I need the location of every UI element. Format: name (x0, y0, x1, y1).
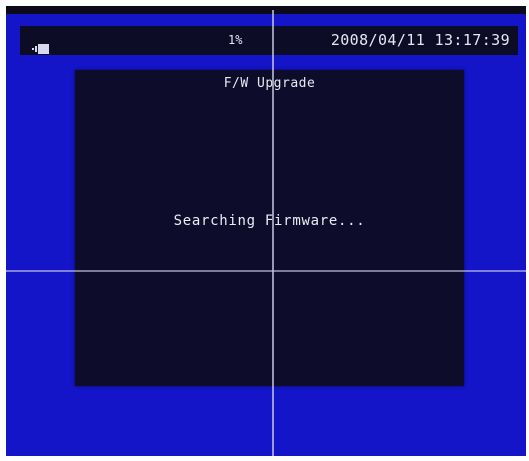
progress-percent: 1% (228, 33, 243, 47)
crosshair-vertical-line (272, 10, 274, 456)
record-icon (32, 35, 50, 54)
datetime-display: 2008/04/11 13:17:39 (330, 31, 510, 49)
top-border (6, 6, 526, 14)
crosshair-horizontal-line (6, 270, 526, 272)
firmware-upgrade-dialog: F/W Upgrade Searching Firmware... (75, 70, 464, 386)
dialog-title: F/W Upgrade (223, 76, 316, 91)
dvr-screen: 1% 2008/04/11 13:17:39 F/W Upgrade Searc… (6, 6, 526, 456)
status-bar: 1% 2008/04/11 13:17:39 (20, 26, 518, 55)
status-message: Searching Firmware... (173, 213, 366, 229)
